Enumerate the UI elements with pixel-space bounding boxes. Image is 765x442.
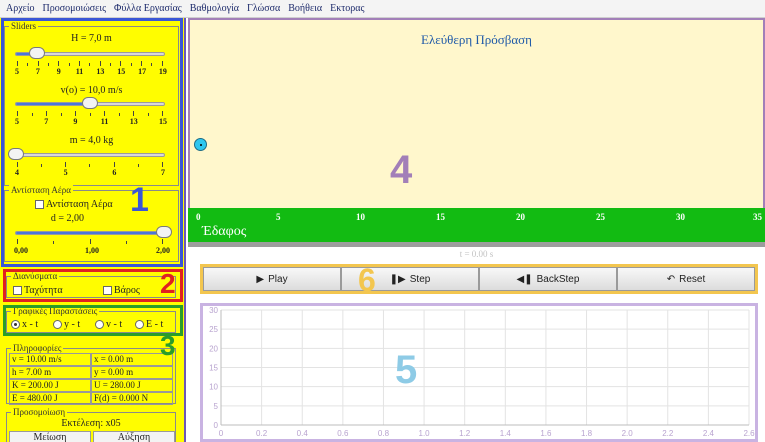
info-table: v = 10.00 m/s x = 0.00 m h = 7.00 m y = … <box>9 353 173 405</box>
decrease-button[interactable]: Μείωση <box>9 431 91 442</box>
x-tick-label: 0 <box>219 429 224 438</box>
info-group: Πληροφορίες v = 10.00 m/s x = 0.00 m h =… <box>6 343 176 405</box>
y-tick-label: 20 <box>209 344 218 353</box>
control-panel: Sliders H = 7,0 m 5 7 9 11 13 15 17 19 v(o) = 1… <box>0 18 186 442</box>
backstep-icon: ◀❚ <box>516 273 533 285</box>
x-tick-label: 2.4 <box>703 429 715 438</box>
menu-simulations[interactable]: Προσομοιώσεις <box>43 3 106 14</box>
reset-button[interactable]: ↶ Reset <box>617 267 755 291</box>
annotation-number-5: 5 <box>395 348 418 392</box>
annotation-number-1: 1 <box>130 181 149 219</box>
ball[interactable] <box>194 138 207 151</box>
ground-tick-15: 15 <box>436 212 445 222</box>
reset-icon: ↶ <box>666 273 676 285</box>
annotation-number-4: 4 <box>390 148 413 192</box>
ground-tick-35: 35 <box>753 212 762 222</box>
x-tick-label: 0.8 <box>378 429 390 438</box>
menu-file[interactable]: Αρχείο <box>6 3 35 14</box>
ground-tick-20: 20 <box>516 212 525 222</box>
annotation-number-2: 2 <box>160 268 176 299</box>
x-tick-label: 2.6 <box>743 429 755 438</box>
menu-grading[interactable]: Βαθμολογία <box>190 3 239 14</box>
execution-speed: Εκτέλεση: x05 <box>61 418 121 429</box>
x-tick-label: 0.6 <box>337 429 349 438</box>
increase-button[interactable]: Αύξηση <box>93 431 175 442</box>
x-tick-label: 1.8 <box>581 429 593 438</box>
menu-language[interactable]: Γλώσσα <box>247 3 280 14</box>
y-tick-label: 30 <box>209 306 218 315</box>
x-tick-label: 1.2 <box>459 429 471 438</box>
ground-tick-10: 10 <box>356 212 365 222</box>
play-button-label: Play <box>268 273 288 285</box>
x-tick-label: 0.4 <box>297 429 309 438</box>
info-height: h = 7.00 m <box>9 366 91 379</box>
simulation-scene: Ελεύθερη Πρόσβαση 4 <box>188 18 765 208</box>
y-tick-label: 15 <box>209 364 218 373</box>
y-tick-label: 25 <box>209 325 218 334</box>
step-icon: ❚▶ <box>389 273 406 285</box>
x-tick-label: 2.0 <box>622 429 634 438</box>
menu-worksheets[interactable]: Φύλλα Εργασίας <box>114 3 182 14</box>
reset-button-label: Reset <box>679 273 706 285</box>
info-energy: E = 480.00 J <box>9 392 91 405</box>
x-tick-label: 0.2 <box>256 429 268 438</box>
ground-tick-30: 30 <box>676 212 685 222</box>
ground-tick-5: 5 <box>276 212 281 222</box>
simulation-group: Προσομοίωση Εκτέλεση: x05 Μείωση Αύξηση <box>6 407 176 442</box>
info-velocity: v = 10.00 m/s <box>9 353 91 366</box>
y-tick-label: 10 <box>209 383 218 392</box>
menu-help[interactable]: Βοήθεια <box>288 3 322 14</box>
annotation-box-3 <box>3 305 183 336</box>
info-kinetic: K = 200.00 J <box>9 379 91 392</box>
ground-tick-0: 0 <box>196 212 201 222</box>
graph-panel: 30 25 20 15 10 5 0 0 0.2 0.4 0.6 0.8 1.0 1.2 1.4 1.6 1.8… <box>200 303 758 442</box>
x-tick-label: 1.4 <box>500 429 512 438</box>
menu-bar: Αρχείο Προσομοιώσεις Φύλλα Εργασίας Βαθμ… <box>0 0 765 18</box>
step-button-label: Step <box>409 273 431 285</box>
play-icon: ▶ <box>256 273 265 285</box>
info-legend: Πληροφορίες <box>11 343 64 353</box>
graph-plot[interactable]: 3025201510500 0.2 0.4 0.6 0.8 1.0 1.2 1.4 1.6 1.8… <box>203 306 755 439</box>
backstep-button[interactable]: ◀❚ BackStep <box>479 267 617 291</box>
y-tick-label: 5 <box>214 402 219 411</box>
playback-controls: ▶ Play ❚▶ Step ◀❚ BackStep ↶ Reset <box>200 264 758 294</box>
info-drag-force: F(d) = 0.000 N <box>91 392 173 405</box>
ground-bar: 0 5 10 15 20 25 30 35 Έδαφος <box>188 208 765 242</box>
x-tick-label: 1.0 <box>419 429 431 438</box>
info-y: y = 0.00 m <box>91 366 173 379</box>
annotation-box-2 <box>3 269 183 302</box>
simulation-legend: Προσομοίωση <box>11 407 68 417</box>
backstep-button-label: BackStep <box>536 273 580 285</box>
scene-title: Ελεύθερη Πρόσβαση <box>421 32 532 47</box>
play-button[interactable]: ▶ Play <box>203 267 341 291</box>
ground-tick-25: 25 <box>596 212 605 222</box>
menu-ektoras[interactable]: Εκτορας <box>330 3 364 14</box>
ground-label: Έδαφος <box>202 224 247 239</box>
x-tick-label: 2.2 <box>662 429 674 438</box>
annotation-box-1 <box>1 18 183 267</box>
annotation-number-3: 3 <box>160 330 176 361</box>
annotation-number-6: 6 <box>358 262 376 298</box>
x-tick-label: 1.6 <box>540 429 552 438</box>
time-readout: t = 0.00 s <box>459 249 494 259</box>
info-potential: U = 280.00 J <box>91 379 173 392</box>
